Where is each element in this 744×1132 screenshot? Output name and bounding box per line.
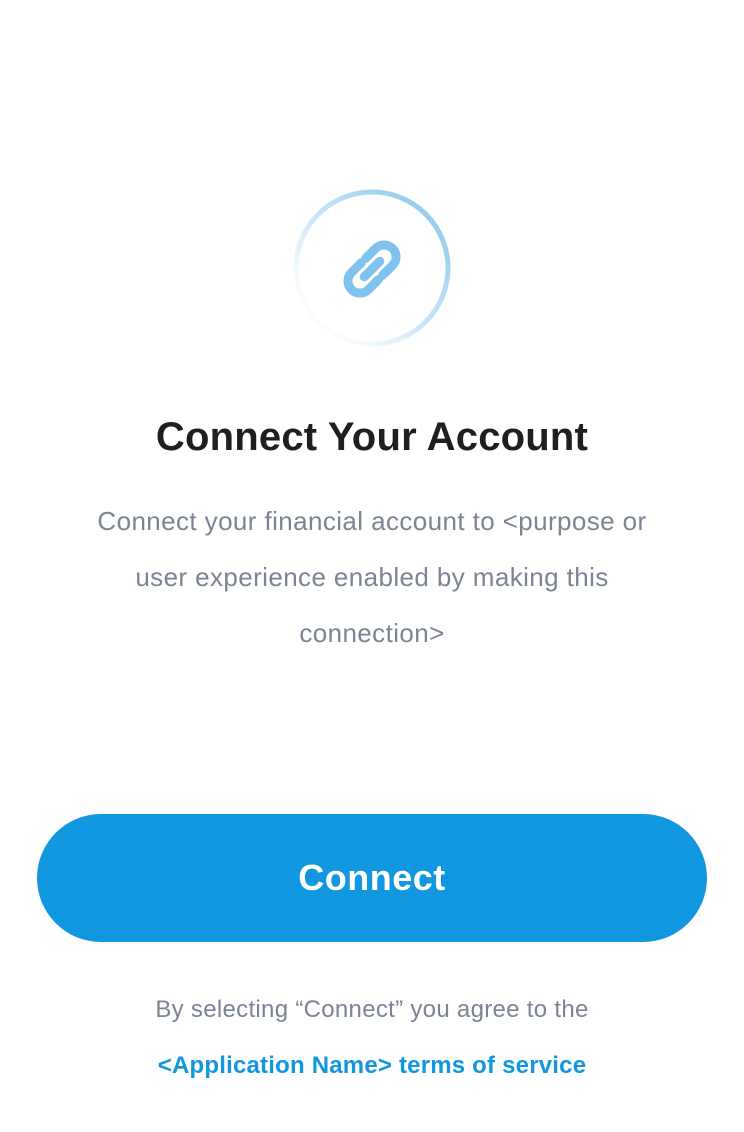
link-icon — [293, 189, 451, 347]
connect-button[interactable]: Connect — [37, 814, 707, 942]
connect-button-label: Connect — [298, 857, 446, 898]
description-text: Connect your financial account to <purpo… — [97, 506, 647, 648]
page-title: Connect Your Account — [155, 415, 589, 459]
connect-account-screen: Connect Your Account Connect your financ… — [0, 0, 744, 1132]
link-icon-badge — [292, 188, 452, 348]
agreement-text: By selecting “Connect” you agree to the — [155, 996, 589, 1023]
terms-of-service-link[interactable]: <Application Name> terms of service — [0, 1048, 744, 1084]
